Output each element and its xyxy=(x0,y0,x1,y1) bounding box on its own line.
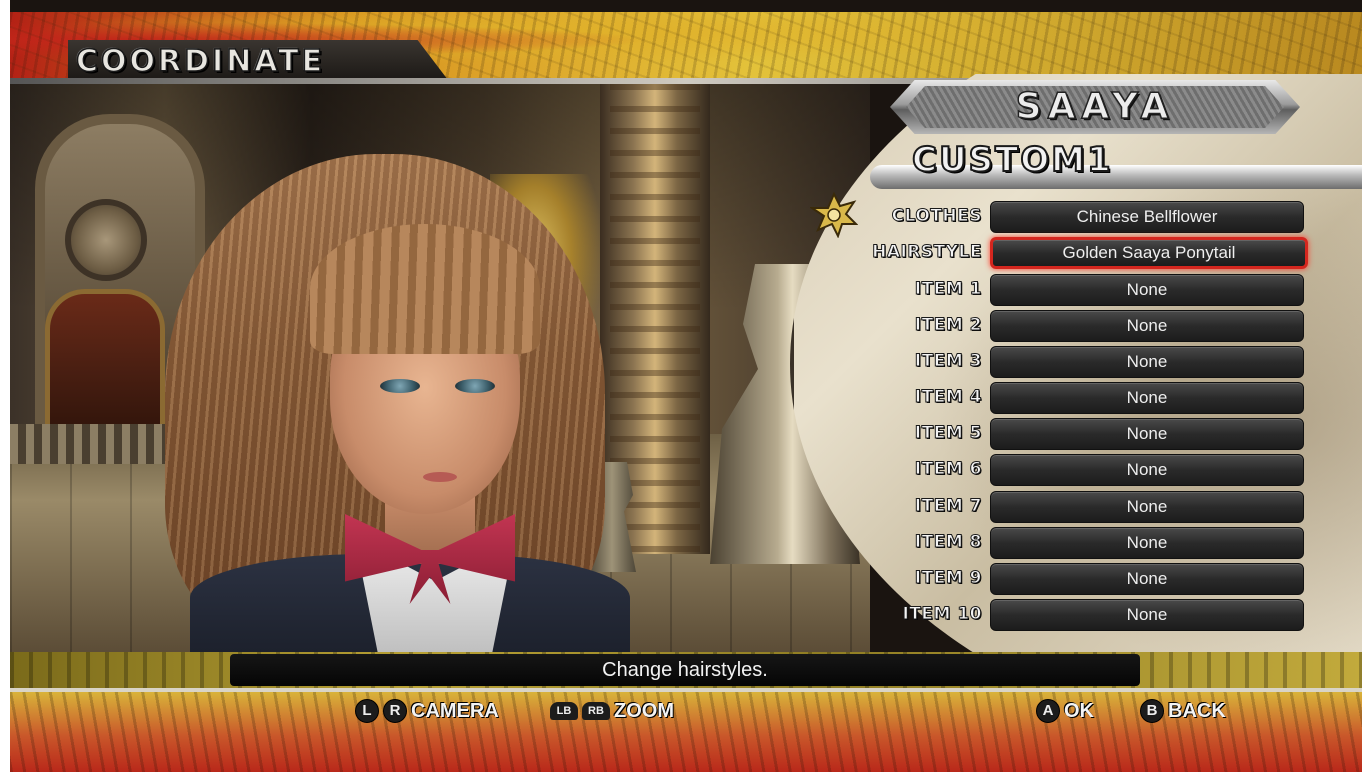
character-bangs xyxy=(310,224,540,354)
slot-item-9[interactable]: None xyxy=(990,563,1304,595)
slot-label-item-6: ITEM 6 xyxy=(914,459,982,480)
character-lips xyxy=(423,472,457,482)
back-label: BACK xyxy=(1168,699,1226,722)
slot-item-5[interactable]: None xyxy=(990,418,1304,450)
slot-item-6[interactable]: None xyxy=(990,454,1304,486)
slot-label-item-8: ITEM 8 xyxy=(914,532,982,553)
slot-label-item-10: ITEM 10 xyxy=(902,604,982,625)
slot-item-8[interactable]: None xyxy=(990,527,1304,559)
character-left-eye xyxy=(380,379,420,393)
slot-item-2[interactable]: None xyxy=(990,310,1304,342)
slot-item-7[interactable]: None xyxy=(990,491,1304,523)
slot-label-hairstyle: HAIRSTYLE xyxy=(872,242,982,263)
slot-item-10[interactable]: None xyxy=(990,599,1304,631)
slot-item-4[interactable]: None xyxy=(990,382,1304,414)
slot-hairstyle[interactable]: Golden Saaya Ponytail xyxy=(990,237,1308,269)
slot-label-item-9: ITEM 9 xyxy=(914,568,982,589)
slot-label-clothes: CLOTHES xyxy=(891,206,982,227)
slot-clothes[interactable]: Chinese Bellflower xyxy=(990,201,1304,233)
slot-label-item-5: ITEM 5 xyxy=(914,423,982,444)
r-stick-button-icon: R xyxy=(383,699,407,723)
camera-label: CAMERA xyxy=(411,699,499,722)
slot-label-item-7: ITEM 7 xyxy=(914,496,982,517)
slot-label-item-3: ITEM 3 xyxy=(914,351,982,372)
b-button-icon: B xyxy=(1140,699,1164,723)
a-button-icon: A xyxy=(1036,699,1060,723)
background-rosette xyxy=(65,199,147,281)
ok-button[interactable]: A OK xyxy=(1036,698,1094,724)
character-preview-viewport[interactable] xyxy=(10,84,870,652)
slot-item-3[interactable]: None xyxy=(990,346,1304,378)
zoom-control[interactable]: LB RB ZOOM xyxy=(550,698,674,724)
slot-label-item-2: ITEM 2 xyxy=(914,315,982,336)
screen-edge xyxy=(0,0,10,772)
camera-control[interactable]: L R CAMERA xyxy=(355,698,499,724)
zoom-label: ZOOM xyxy=(614,699,674,722)
preset-name: CUSTOM1 xyxy=(911,139,1113,181)
back-button[interactable]: B BACK xyxy=(1140,698,1226,724)
slot-label-item-4: ITEM 4 xyxy=(914,387,982,408)
screen-title: COORDINATE xyxy=(75,43,326,80)
character-name: SAAYA xyxy=(1015,85,1175,128)
character-right-eye xyxy=(455,379,495,393)
ok-label: OK xyxy=(1064,699,1094,722)
slot-item-1[interactable]: None xyxy=(990,274,1304,306)
help-text: Change hairstyles. xyxy=(602,659,768,681)
lb-button-icon: LB xyxy=(550,702,578,720)
slot-label-item-1: ITEM 1 xyxy=(914,279,982,300)
l-stick-button-icon: L xyxy=(355,699,379,723)
rb-button-icon: RB xyxy=(582,702,610,720)
